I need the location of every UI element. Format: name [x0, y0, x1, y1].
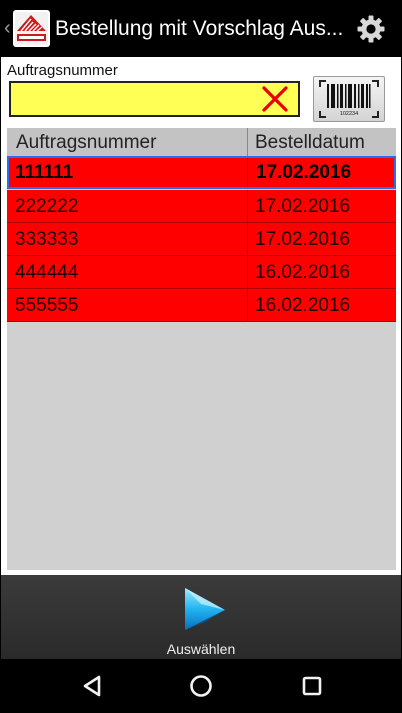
system-nav-bar — [1, 659, 401, 712]
play-triangle-icon — [185, 588, 225, 630]
order-date-cell: 16.02.2016 — [255, 295, 351, 316]
order-date-cell: 17.02.2016 — [255, 229, 351, 250]
barcode-caption: 102234 — [340, 111, 358, 117]
table-row[interactable]: 444444 16.02.2016 — [7, 256, 396, 289]
order-number-cell: 333333 — [7, 223, 248, 255]
order-number-label: Auftragsnummer — [7, 62, 118, 79]
gear-icon[interactable] — [356, 14, 386, 44]
table-row[interactable]: 555555 16.02.2016 — [7, 289, 396, 322]
order-date-cell: 17.02.2016 — [255, 196, 351, 217]
nav-back-icon[interactable] — [75, 669, 111, 703]
nav-home-icon[interactable] — [183, 669, 219, 703]
up-chevron-icon[interactable]: ‹ — [4, 16, 11, 40]
barcode-scan-icon: 102234 — [319, 80, 379, 118]
app-window: ‹ Bestellung mit Vorschlag Aus... Auftra… — [1, 1, 401, 712]
table-row[interactable]: 333333 17.02.2016 — [7, 223, 396, 256]
select-button[interactable]: Auswählen — [151, 579, 251, 657]
order-number-cell: 555555 — [7, 289, 248, 321]
select-button-label: Auswählen — [166, 641, 236, 657]
order-number-cell: 222222 — [7, 190, 248, 222]
bottom-action-bar: Auswählen — [1, 575, 401, 659]
order-number-input[interactable] — [9, 81, 300, 117]
order-date-cell: 17.02.2016 — [256, 162, 352, 183]
column-header-order-date[interactable]: Bestelldatum — [249, 128, 396, 156]
column-header-order-number[interactable]: Auftragsnummer — [7, 128, 248, 156]
table-header: Auftragsnummer Bestelldatum — [7, 128, 396, 156]
app-logo-icon[interactable] — [13, 10, 50, 47]
order-date-cell: 16.02.2016 — [255, 262, 351, 283]
nav-recents-icon[interactable] — [294, 669, 330, 703]
barcode-scan-button[interactable]: 102234 — [313, 76, 385, 122]
table-row[interactable]: 222222 17.02.2016 — [7, 190, 396, 223]
order-number-cell: 444444 — [7, 256, 248, 288]
page-title: Bestellung mit Vorschlag Aus... — [55, 17, 344, 40]
order-number-cell: 111111 — [9, 158, 248, 187]
close-icon[interactable] — [259, 84, 291, 114]
action-bar: ‹ Bestellung mit Vorschlag Aus... — [1, 1, 401, 57]
orders-table: Auftragsnummer Bestelldatum 111111 17.02… — [7, 128, 396, 570]
table-row[interactable]: 111111 17.02.2016 — [7, 156, 396, 189]
